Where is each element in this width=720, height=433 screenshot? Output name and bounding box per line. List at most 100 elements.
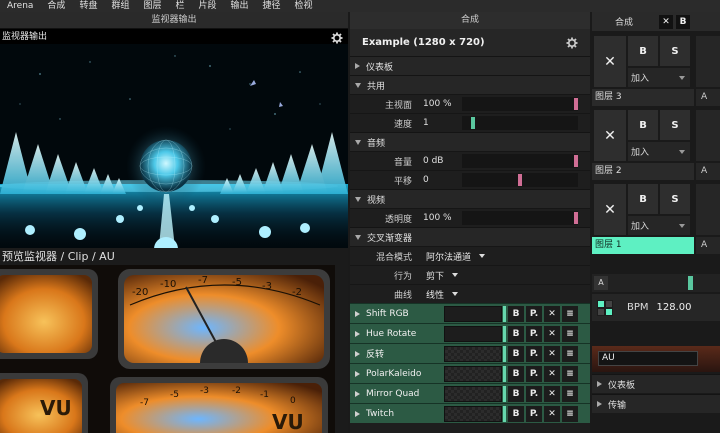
- bypass-button[interactable]: B: [508, 345, 524, 362]
- bypass-layer-button[interactable]: B: [628, 184, 658, 214]
- expand-arrow-icon[interactable]: [355, 390, 360, 397]
- crossfader-side-a[interactable]: A: [696, 89, 720, 106]
- crossfader-a-button[interactable]: A: [594, 276, 608, 290]
- section-dashboard-right[interactable]: 仪表板: [592, 374, 720, 393]
- blend-mode-dropdown[interactable]: 加入: [628, 216, 690, 235]
- blend-mode-dropdown[interactable]: 加入: [628, 68, 690, 87]
- menu-icon[interactable]: ≡: [562, 305, 578, 322]
- bypass-button[interactable]: B: [508, 305, 524, 322]
- effect-slider[interactable]: [444, 305, 502, 322]
- menu-output[interactable]: 输出: [224, 0, 256, 12]
- menu-icon[interactable]: ≡: [562, 345, 578, 362]
- speed-slider[interactable]: [462, 116, 578, 130]
- solo-layer-button[interactable]: S: [660, 110, 690, 140]
- menu-view[interactable]: 检视: [288, 0, 320, 12]
- preset-button[interactable]: P.: [526, 305, 542, 322]
- menu-shortcuts[interactable]: 捷径: [256, 0, 288, 12]
- effect-row[interactable]: Mirror Quad B P. ✕ ≡: [350, 383, 590, 403]
- preset-button[interactable]: P.: [526, 325, 542, 342]
- crossfader-side-a[interactable]: A: [696, 163, 720, 180]
- layer-name[interactable]: 图层 2: [592, 163, 694, 180]
- expand-arrow-icon[interactable]: [355, 330, 360, 337]
- effect-slider[interactable]: [444, 385, 502, 402]
- solo-layer-button[interactable]: S: [660, 36, 690, 66]
- speed-slider-thumb[interactable]: [471, 117, 475, 129]
- opacity-slider-thumb[interactable]: [574, 212, 578, 224]
- menu-group[interactable]: 群组: [104, 0, 136, 12]
- menu-icon[interactable]: ≡: [562, 325, 578, 342]
- preset-button[interactable]: P.: [526, 385, 542, 402]
- bpm-value[interactable]: 128.00: [657, 302, 692, 313]
- effect-row[interactable]: Hue Rotate B P. ✕ ≡: [350, 323, 590, 343]
- section-common[interactable]: 共用: [350, 75, 590, 94]
- crossfader-slider[interactable]: A: [592, 274, 720, 292]
- master-slider[interactable]: [462, 97, 578, 111]
- layer-name[interactable]: 图层 3: [592, 89, 694, 106]
- preset-button[interactable]: P.: [526, 345, 542, 362]
- bypass-button[interactable]: B: [508, 365, 524, 382]
- section-dashboard[interactable]: 仪表板: [350, 56, 590, 75]
- expand-arrow-icon[interactable]: [355, 370, 360, 377]
- menu-icon[interactable]: ≡: [562, 405, 578, 422]
- effect-row[interactable]: 反转 B P. ✕ ≡: [350, 343, 590, 363]
- layers-panel-title[interactable]: 合成: [592, 15, 656, 28]
- preset-button[interactable]: P.: [526, 365, 542, 382]
- section-crossfader[interactable]: 交叉渐变器: [350, 227, 590, 246]
- clear-layer-button[interactable]: ✕: [594, 184, 626, 235]
- param-opacity-value[interactable]: 100 %: [420, 213, 462, 223]
- param-pan-value[interactable]: 0: [420, 175, 462, 185]
- effect-slider[interactable]: [444, 325, 502, 342]
- curve-dropdown[interactable]: 线性: [420, 288, 459, 301]
- gear-icon[interactable]: [331, 32, 343, 44]
- menu-icon[interactable]: ≡: [562, 385, 578, 402]
- section-video[interactable]: 视频: [350, 189, 590, 208]
- expand-arrow-icon[interactable]: [355, 350, 360, 357]
- menu-layer[interactable]: 图层: [136, 0, 168, 12]
- opacity-slider[interactable]: [462, 211, 578, 225]
- param-speed-value[interactable]: 1: [420, 118, 462, 128]
- preset-button[interactable]: P.: [526, 405, 542, 422]
- remove-effect-button[interactable]: ✕: [544, 345, 560, 362]
- volume-slider[interactable]: [462, 154, 578, 168]
- volume-slider-thumb[interactable]: [574, 155, 578, 167]
- bypass-layer-button[interactable]: B: [628, 36, 658, 66]
- tap-tempo-icon[interactable]: [597, 299, 613, 316]
- clear-layer-button[interactable]: ✕: [594, 36, 626, 87]
- composition-bypass-button[interactable]: B: [676, 14, 690, 29]
- param-volume-value[interactable]: 0 dB: [420, 156, 462, 166]
- gear-icon[interactable]: [566, 37, 578, 49]
- expand-arrow-icon[interactable]: [355, 410, 360, 417]
- bypass-button[interactable]: B: [508, 385, 524, 402]
- pan-slider-thumb[interactable]: [518, 174, 522, 186]
- effect-slider[interactable]: [444, 405, 502, 422]
- menu-clip[interactable]: 片段: [192, 0, 224, 12]
- blend-mode-dropdown[interactable]: 加入: [628, 142, 690, 161]
- clip-name-field[interactable]: AU: [598, 351, 698, 366]
- mix-mode-dropdown[interactable]: 阿尔法通道: [420, 250, 486, 263]
- remove-effect-button[interactable]: ✕: [544, 365, 560, 382]
- crossfader-thumb[interactable]: [688, 276, 693, 290]
- effect-slider[interactable]: [444, 365, 502, 382]
- section-audio[interactable]: 音频: [350, 132, 590, 151]
- remove-effect-button[interactable]: ✕: [544, 305, 560, 322]
- menu-arena[interactable]: Arena: [0, 0, 40, 12]
- effect-row[interactable]: Twitch B P. ✕ ≡: [350, 403, 590, 423]
- solo-layer-button[interactable]: S: [660, 184, 690, 214]
- crossfader-side-a[interactable]: A: [696, 237, 720, 254]
- param-master-value[interactable]: 100 %: [420, 99, 462, 109]
- remove-effect-button[interactable]: ✕: [544, 325, 560, 342]
- menu-deck[interactable]: 转盘: [72, 0, 104, 12]
- remove-effect-button[interactable]: ✕: [544, 405, 560, 422]
- remove-effect-button[interactable]: ✕: [544, 385, 560, 402]
- bypass-button[interactable]: B: [508, 405, 524, 422]
- effect-row[interactable]: PolarKaleido B P. ✕ ≡: [350, 363, 590, 383]
- layer-name-selected[interactable]: 图层 1: [592, 237, 694, 254]
- effect-row[interactable]: Shift RGB B P. ✕ ≡: [350, 303, 590, 323]
- bypass-button[interactable]: B: [508, 325, 524, 342]
- master-slider-thumb[interactable]: [574, 98, 578, 110]
- pan-slider[interactable]: [462, 173, 578, 187]
- menu-column[interactable]: 栏: [168, 0, 191, 12]
- menu-icon[interactable]: ≡: [562, 365, 578, 382]
- section-transport[interactable]: 传输: [592, 394, 720, 413]
- expand-arrow-icon[interactable]: [355, 310, 360, 317]
